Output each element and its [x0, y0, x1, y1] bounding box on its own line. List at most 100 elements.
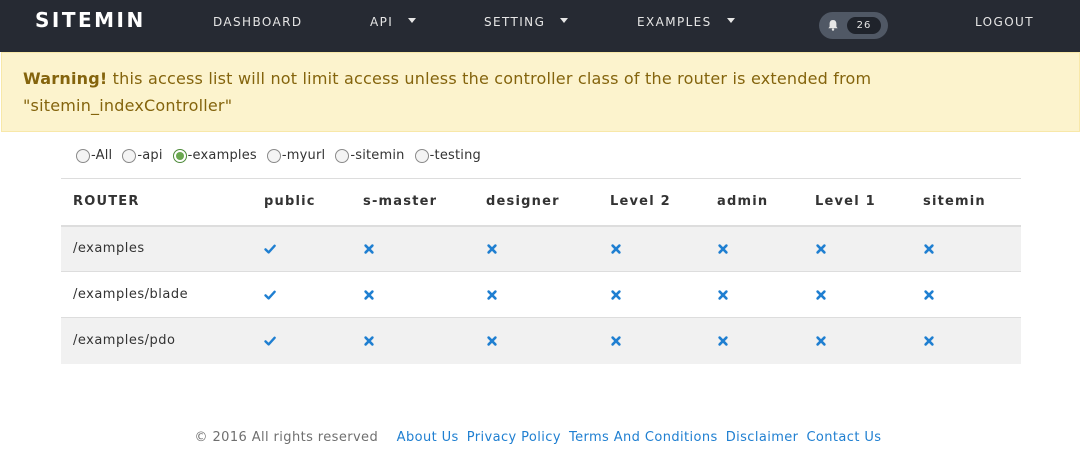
cross-icon [924, 289, 934, 300]
column-header: admin [705, 178, 803, 227]
access-cell[interactable] [705, 225, 803, 272]
access-cell[interactable] [803, 317, 911, 364]
nav-item-examples[interactable]: EXAMPLES [637, 15, 735, 29]
access-cell[interactable] [351, 271, 474, 318]
cross-icon [816, 336, 826, 346]
access-cell[interactable] [252, 225, 351, 272]
nav-item-label: API [370, 15, 394, 29]
cross-icon [924, 244, 934, 254]
nav-item-label: DASHBOARD [213, 15, 303, 29]
access-cell[interactable] [705, 271, 803, 318]
access-cell[interactable] [598, 225, 705, 272]
copyright-text: © 2016 All rights reserved [194, 430, 379, 445]
notification-count-badge: 26 [847, 17, 881, 34]
cross-icon [718, 289, 728, 300]
nav-item-label: SETTING [484, 15, 546, 29]
radio-unchecked-icon[interactable] [122, 148, 137, 163]
cross-icon [611, 289, 621, 300]
notifications-button[interactable]: 26 [819, 12, 888, 39]
column-header: ROUTER [61, 178, 252, 227]
column-header: public [252, 178, 351, 227]
column-header: designer [474, 178, 598, 227]
filter-radio[interactable]: -api [122, 148, 162, 163]
column-header: Level 1 [803, 178, 911, 227]
cross-icon [364, 289, 374, 300]
brand-logo[interactable]: SITEMIN [35, 8, 146, 32]
bell-icon [828, 20, 838, 31]
access-cell[interactable] [474, 271, 598, 318]
filter-radio[interactable]: -sitemin [335, 148, 404, 163]
router-path-cell: /examples [61, 225, 252, 272]
column-header: sitemin [911, 178, 1021, 227]
filter-radio-label: -examples [187, 148, 257, 163]
access-cell[interactable] [474, 317, 598, 364]
check-icon [264, 290, 276, 300]
cross-icon [487, 289, 497, 300]
nav-item-api[interactable]: API [370, 15, 417, 29]
cross-icon [816, 244, 826, 254]
filter-radio-label: -All [91, 148, 113, 163]
access-cell[interactable] [803, 225, 911, 272]
caret-down-icon [408, 18, 417, 23]
table-row: /examples/blade [61, 271, 1021, 318]
caret-down-icon [560, 18, 569, 23]
footer-link-terms-and-conditions[interactable]: Terms And Conditions [569, 430, 718, 445]
access-cell[interactable] [252, 271, 351, 318]
filter-radio-label: -api [137, 148, 163, 163]
cross-icon [816, 289, 826, 300]
filter-radio-label: -myurl [281, 148, 326, 163]
access-cell[interactable] [252, 317, 351, 364]
nav-item-label: EXAMPLES [637, 15, 712, 29]
footer-link-privacy-policy[interactable]: Privacy Policy [467, 430, 561, 445]
cross-icon [718, 244, 728, 254]
radio-unchecked-icon[interactable] [414, 148, 429, 163]
footer-link-contact-us[interactable]: Contact Us [806, 430, 881, 445]
access-cell[interactable] [803, 271, 911, 318]
column-header: Level 2 [598, 178, 705, 227]
filter-radio[interactable]: -testing [414, 148, 481, 163]
radio-unchecked-icon[interactable] [335, 148, 350, 163]
access-cell[interactable] [598, 271, 705, 318]
footer-link-about-us[interactable]: About Us [397, 430, 459, 445]
filter-radio[interactable]: -myurl [266, 148, 326, 163]
access-cell[interactable] [474, 225, 598, 272]
access-cell[interactable] [705, 317, 803, 364]
radio-checked-icon[interactable] [172, 148, 187, 163]
radio-unchecked-icon[interactable] [266, 148, 281, 163]
nav-item-setting[interactable]: SETTING [484, 15, 569, 29]
radio-unchecked-icon[interactable] [76, 148, 90, 163]
filter-radio-label: -sitemin [350, 148, 405, 163]
access-cell[interactable] [351, 225, 474, 272]
nav-item-dashboard[interactable]: DASHBOARD [213, 15, 303, 29]
filter-radio-label: -testing [429, 148, 481, 163]
table-row: /examples [61, 225, 1021, 272]
column-header: s-master [351, 178, 474, 227]
access-cell[interactable] [911, 225, 1021, 272]
table-body: /examples/examples/blade/examples/pdo [61, 225, 1021, 364]
access-cell[interactable] [911, 271, 1021, 318]
access-cell[interactable] [598, 317, 705, 364]
logout-link[interactable]: LOGOUT [975, 15, 1034, 29]
cross-icon [718, 336, 728, 346]
warning-alert: Warning! this access list will not limit… [1, 52, 1080, 132]
cross-icon [364, 244, 374, 254]
cross-icon [364, 336, 374, 346]
table-row: /examples/pdo [61, 317, 1021, 364]
router-path-cell: /examples/pdo [61, 317, 252, 364]
alert-title: Warning! [23, 69, 108, 88]
access-table-container: ROUTER public s-master designer Level 2 admin… [61, 178, 1021, 364]
filter-radio[interactable]: -All [76, 148, 112, 163]
access-cell[interactable] [351, 317, 474, 364]
cross-icon [487, 244, 497, 254]
access-cell[interactable] [911, 317, 1021, 364]
access-table: ROUTER public s-master designer Level 2 admin… [61, 178, 1021, 364]
check-icon [264, 244, 276, 254]
filter-radio[interactable]: -examples [172, 148, 257, 163]
cross-icon [611, 244, 621, 254]
cross-icon [924, 336, 934, 346]
footer: © 2016 All rights reserved About Us Priva… [0, 430, 1080, 445]
footer-link-disclaimer[interactable]: Disclaimer [726, 430, 799, 445]
top-navbar: SITEMIN DASHBOARD API SETTING EXAMPLES 2… [0, 0, 1080, 52]
cross-icon [487, 336, 497, 346]
alert-message: this access list will not limit access u… [23, 69, 872, 115]
